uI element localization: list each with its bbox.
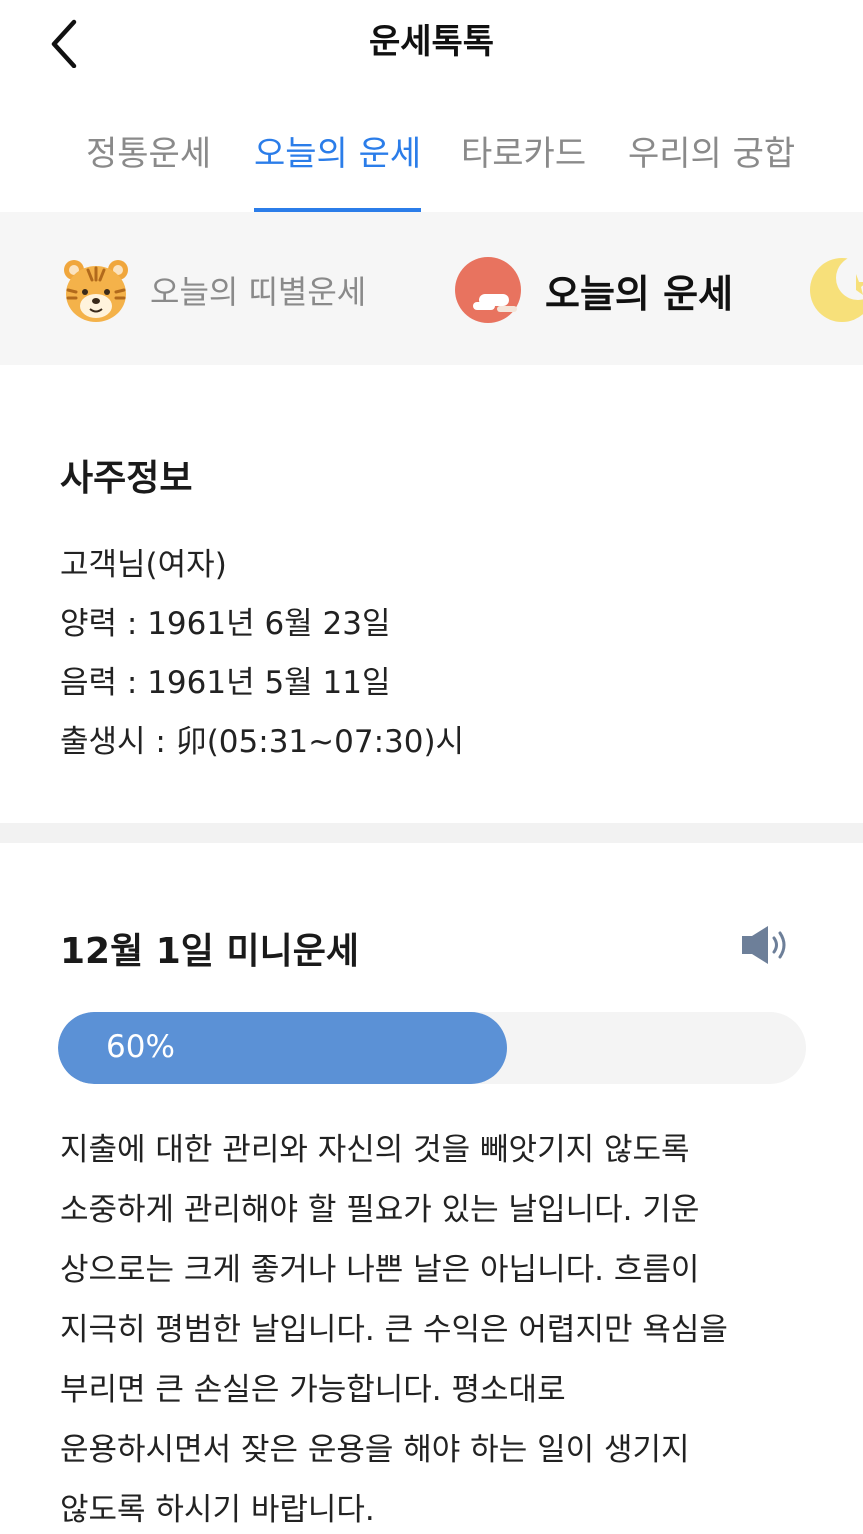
mini-fortune-title: 12월 1일 미니운세 (60, 931, 359, 972)
fortune-description: 지출에 대한 관리와 자신의 것을 빼앗기지 않도록 소중하게 관리해야 할 필… (60, 1120, 820, 1534)
tab-today-fortune[interactable]: 오늘의 운세 (254, 126, 422, 212)
tab-label: 타로카드 (461, 134, 587, 174)
speaker-button[interactable] (738, 922, 794, 968)
birth-time: 출생시 : 卯(05:31~07:30)시 (60, 724, 465, 760)
fortune-subnav: 오늘의 띠별운세 오늘의 운세 (0, 212, 863, 365)
speaker-icon (742, 926, 786, 964)
tab-label: 오늘의 운세 (254, 134, 422, 174)
description-line: 소중하게 관리해야 할 필요가 있는 날입니다. 기운 (60, 1192, 700, 1228)
subnav-label: 오늘의 운세 (545, 271, 734, 316)
subnav-item-zodiac-fortune[interactable]: 오늘의 띠별운세 (60, 250, 366, 330)
main-tabs: 정통운세 오늘의 운세 타로카드 우리의 궁합 (0, 110, 863, 212)
tab-label: 우리의 궁합 (628, 134, 796, 174)
app-header: 운세톡톡 (0, 0, 863, 80)
customer-name: 고객님(여자) (60, 547, 227, 583)
fortune-progress-bar: 60% (58, 1012, 806, 1084)
description-line: 않도록 하시기 바랍니다. (60, 1492, 375, 1528)
page-title: 운세톡톡 (368, 22, 495, 62)
description-line: 상으로는 크게 좋거나 나쁜 날은 아닙니다. 흐름이 (60, 1252, 700, 1288)
tab-compatibility[interactable]: 우리의 궁합 (628, 126, 795, 212)
tiger-icon (64, 260, 128, 322)
description-line: 지극히 평범한 날입니다. 큰 수익은 어렵지만 욕심을 (60, 1312, 728, 1348)
description-line: 지출에 대한 관리와 자신의 것을 빼앗기지 않도록 (60, 1132, 690, 1168)
subnav-label: 오늘의 띠별운세 (150, 273, 367, 311)
sun-cloud-icon (455, 257, 521, 323)
progress-label: 60% (106, 1029, 175, 1065)
tab-label: 정통운세 (86, 134, 212, 174)
saju-title: 사주정보 (60, 458, 193, 499)
tab-tarot[interactable]: 타로카드 (461, 126, 586, 212)
solar-birthdate: 양력 : 1961년 6월 23일 (60, 606, 391, 642)
subnav-item-next[interactable] (806, 250, 863, 330)
saju-info-section: 사주정보 고객님(여자) 양력 : 1961년 6월 23일 음력 : 1961… (0, 365, 863, 823)
moon-icon (810, 256, 863, 322)
tab-traditional-fortune[interactable]: 정통운세 (86, 126, 211, 212)
section-divider (0, 823, 863, 843)
lunar-birthdate: 음력 : 1961년 5월 11일 (60, 665, 391, 701)
subnav-item-today-fortune[interactable]: 오늘의 운세 (455, 250, 733, 330)
description-line: 부리면 큰 손실은 가능합니다. 평소대로 (60, 1372, 566, 1408)
description-line: 운용하시면서 잦은 운용을 해야 하는 일이 생기지 (60, 1432, 690, 1468)
